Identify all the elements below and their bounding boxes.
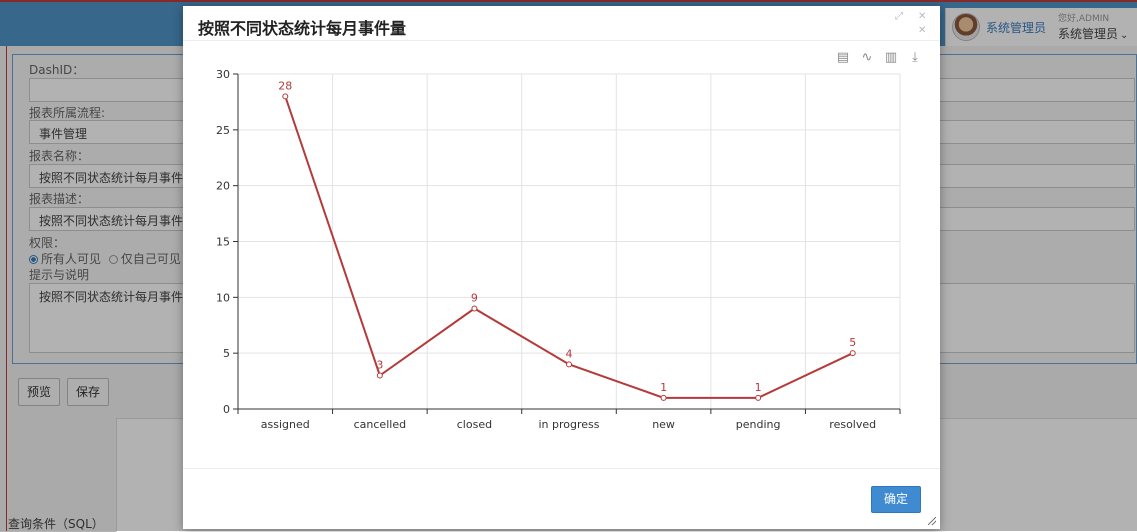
data-point[interactable] [660,394,667,401]
data-label: 9 [471,292,478,305]
close-icon-secondary[interactable]: ✕ [918,26,926,36]
y-tick-label: 0 [223,403,230,416]
data-point[interactable] [849,350,856,357]
data-point[interactable] [376,372,383,379]
data-label: 3 [376,359,383,372]
x-tick-label: in progress [538,418,599,431]
data-point[interactable] [282,93,289,100]
chart-modal: 按照不同状态统计每月事件量 ⤢ ✕ ✕ ▤ ∿ ▥ ⤓ 0 5 10 15 20 25 30… [183,6,940,529]
data-label: 1 [755,381,762,394]
x-tick-label: resolved [829,418,876,431]
x-tick-label: closed [457,418,492,431]
line-chart: 0 5 10 15 20 25 30 assigned cancelled closed in pr… [183,62,940,442]
data-label: 28 [278,79,292,92]
data-label: 5 [849,336,856,349]
y-tick-label: 15 [216,236,230,249]
data-point[interactable] [755,394,762,401]
data-label: 1 [660,381,667,394]
data-point[interactable] [471,305,478,312]
modal-footer-divider [183,468,940,469]
maximize-icon[interactable]: ⤢ [895,12,903,22]
y-tick-label: 5 [223,347,230,360]
resize-handle[interactable] [928,517,936,525]
x-tick-label: cancelled [354,418,406,431]
y-tick-label: 10 [216,291,230,304]
y-tick-label: 25 [216,124,230,137]
ok-button[interactable]: 确定 [871,486,921,513]
y-tick-label: 30 [216,68,230,81]
y-tick-label: 20 [216,180,230,193]
data-point[interactable] [566,361,572,368]
line-chart-svg: 051015202530assigned cancelled closed in pr… [216,68,901,431]
modal-header-divider [183,40,940,41]
x-tick-label: assigned [261,418,310,431]
data-label: 4 [566,347,573,360]
x-tick-label: pending [736,418,781,431]
x-tick-label: new [652,418,675,431]
close-icon[interactable]: ✕ [918,12,926,22]
modal-title: 按照不同状态统计每月事件量 [198,19,407,38]
